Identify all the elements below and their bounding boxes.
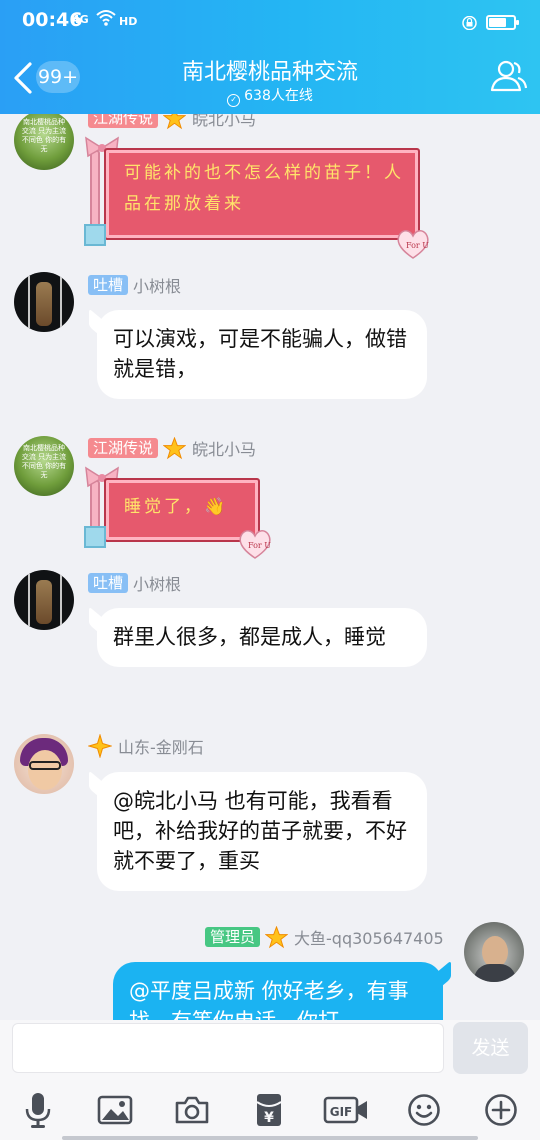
gift-box: 可能补的也不怎么样的苗子！人品在那放着来 — [104, 148, 420, 240]
red-packet-icon[interactable]: ¥ — [249, 1090, 289, 1130]
online-icon: ✓ — [227, 94, 241, 107]
chat-title: 南北樱桃品种交流 — [181, 60, 358, 85]
gift-text: 可能补的也不怎么样的苗子！人品在那放着来 — [124, 163, 404, 214]
avatar-text: 南北樱桃品种交流 只为主流 不同色 你的有无 — [21, 444, 67, 479]
star-icon — [265, 925, 289, 949]
avatar[interactable] — [464, 922, 524, 982]
title-badge: 江湖传说 — [88, 438, 159, 458]
gif-label: GIF — [330, 1105, 353, 1119]
battery-icon — [486, 15, 519, 30]
plus-icon[interactable] — [481, 1090, 521, 1130]
avatar-text: 南北樱桃品种交流 只为主流 不同色 你的有无 — [21, 118, 67, 153]
message-bubble[interactable]: @皖北小马 也有可能，我看看吧，补给我好的苗子就要，不好就不要了，重买 — [97, 772, 427, 891]
sparkle-icon — [88, 734, 112, 758]
camera-icon[interactable] — [172, 1090, 212, 1130]
message-bubble[interactable]: @平度吕成新 你好老乡，有事找，有等你电话，你打 — [113, 962, 443, 1020]
sender-name[interactable]: 小树根 — [133, 571, 181, 595]
title-badge: 吐槽 — [88, 573, 129, 593]
group-members-button[interactable] — [488, 58, 528, 94]
sender-name[interactable]: 大鱼-qq305647405 — [294, 925, 444, 949]
chat-header: 00:46 4G HD 99+ 南北樱桃品种交流 ✓ 638人在线 — [0, 0, 540, 114]
gift-sticker[interactable]: 可能补的也不怎么样的苗子！人品在那放着来 For U — [82, 136, 429, 266]
avatar[interactable] — [14, 570, 74, 630]
sender-meta: 江湖传说 皖北小马 — [88, 436, 256, 460]
avatar[interactable]: 南北樱桃品种交流 只为主流 不同色 你的有无 — [14, 436, 74, 496]
yen-label: ¥ — [264, 1110, 274, 1126]
network-indicator: 4G — [72, 13, 89, 26]
sender-meta: 江湖传说 皖北小马 — [88, 114, 256, 129]
sender-name[interactable]: 皖北小马 — [192, 436, 256, 460]
star-icon — [163, 436, 187, 460]
svg-text:For U: For U — [406, 241, 429, 250]
title-badge: 吐槽 — [88, 275, 129, 295]
gif-icon[interactable]: GIF — [322, 1090, 370, 1130]
toolbar: ¥ GIF — [0, 1080, 540, 1140]
sender-meta: 吐槽 小树根 — [88, 572, 181, 594]
avatar[interactable] — [14, 272, 74, 332]
hd-indicator: HD — [119, 15, 138, 28]
heart-icon: For U — [396, 228, 430, 260]
gift-sticker[interactable]: 睡觉了，👋 For U — [82, 466, 272, 566]
heart-icon: For U — [238, 528, 272, 560]
message-list[interactable]: 南北樱桃品种交流 只为主流 不同色 你的有无 江湖传说 皖北小马 可能补的也不怎… — [0, 114, 540, 1020]
avatar[interactable]: 南北樱桃品种交流 只为主流 不同色 你的有无 — [14, 114, 74, 170]
wifi-icon — [96, 9, 116, 32]
image-icon[interactable] — [95, 1090, 135, 1130]
title-badge: 江湖传说 — [88, 114, 159, 128]
lock-icon — [462, 15, 477, 31]
svg-text:For U: For U — [248, 541, 271, 550]
gift-box: 睡觉了，👋 — [104, 478, 260, 542]
message-input[interactable] — [12, 1023, 444, 1073]
sender-name[interactable]: 皖北小马 — [192, 114, 256, 130]
sender-meta: 吐槽 小树根 — [88, 274, 181, 296]
online-count: ✓ 638人在线 — [0, 85, 540, 107]
emoji-icon[interactable] — [404, 1090, 444, 1130]
star-icon — [163, 114, 187, 130]
gift-text: 睡觉了，👋 — [124, 497, 229, 517]
sender-name[interactable]: 小树根 — [133, 273, 181, 297]
status-bar: 00:46 4G HD — [0, 0, 540, 40]
sender-meta: 山东-金刚石 — [88, 734, 204, 758]
message-bubble[interactable]: 群里人很多，都是成人，睡觉 — [97, 608, 427, 667]
online-count-label: 638人在线 — [244, 88, 313, 104]
admin-badge: 管理员 — [205, 927, 261, 947]
message-bubble[interactable]: 可以演戏，可是不能骗人，做错就是错， — [97, 310, 427, 399]
input-bar: 发送 — [0, 1020, 540, 1080]
sender-name[interactable]: 山东-金刚石 — [118, 734, 204, 758]
send-button[interactable]: 发送 — [453, 1022, 528, 1074]
microphone-icon[interactable] — [18, 1090, 58, 1130]
present-icon — [84, 526, 106, 548]
home-indicator — [62, 1136, 478, 1140]
present-icon — [84, 224, 106, 246]
sender-meta: 管理员 大鱼-qq305647405 — [205, 925, 444, 949]
avatar[interactable] — [14, 734, 74, 794]
